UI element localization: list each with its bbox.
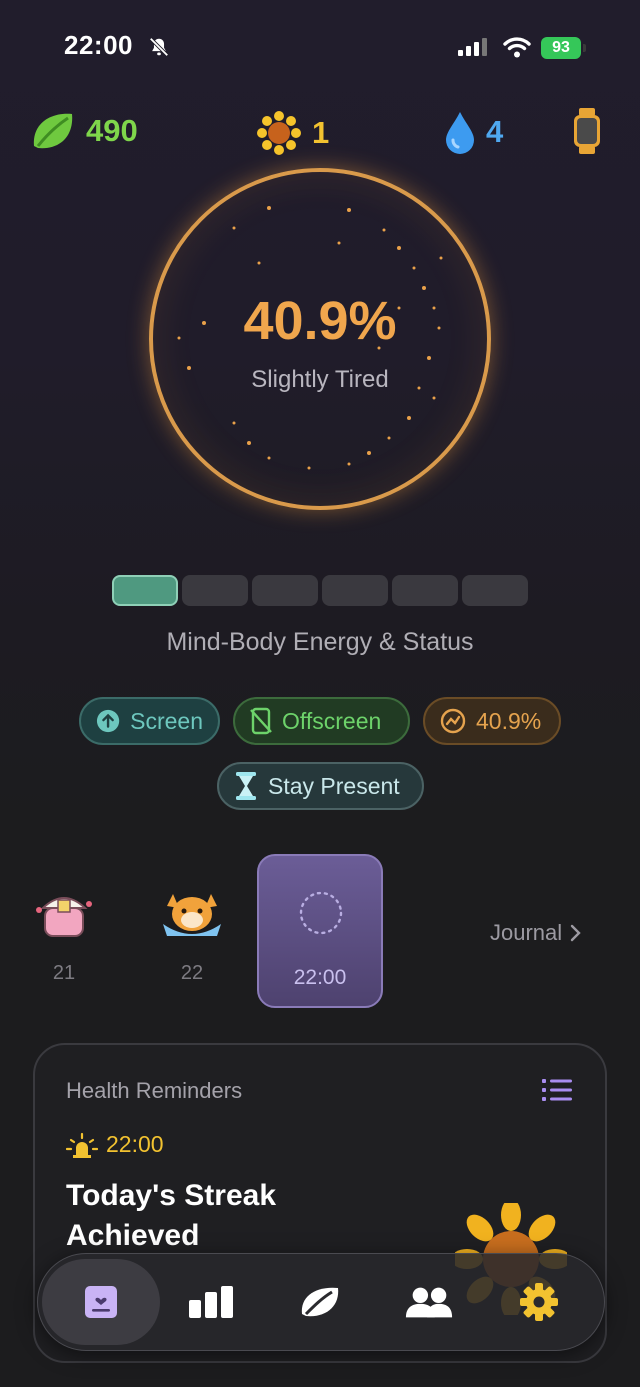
reminder-time-label: 22:00	[106, 1131, 164, 1157]
energy-segment	[322, 575, 388, 606]
journal-link-label: Journal	[490, 920, 563, 945]
journal-day-label: 21	[52, 962, 76, 984]
sun-count: 1	[312, 115, 330, 150]
settings-icon	[520, 1283, 558, 1321]
journal-day[interactable]: 21	[30, 880, 98, 985]
energy-percent: 40.9%	[243, 291, 397, 351]
energy-caption: Mind-Body Energy & Status	[166, 628, 474, 656]
wifi-icon	[503, 37, 531, 58]
cat-sticker-icon	[163, 894, 221, 936]
cake-sticker-icon	[36, 897, 92, 937]
screen-pill[interactable]: Screen	[79, 697, 220, 745]
energy-segment	[462, 575, 528, 606]
watch-icon[interactable]	[572, 108, 602, 154]
chevron-right-icon	[570, 924, 581, 942]
energy-segment	[252, 575, 318, 606]
stay-present-label: Stay Present	[268, 772, 400, 799]
dotted-circle-icon	[299, 891, 343, 935]
tab-settings[interactable]	[514, 1280, 564, 1324]
leaf-icon	[301, 1287, 339, 1317]
leaf-icon	[33, 113, 73, 149]
journal-icon	[85, 1286, 117, 1318]
stats-icon	[189, 1286, 233, 1318]
tab-journal[interactable]	[76, 1280, 126, 1324]
stay-present-pill[interactable]: Stay Present	[217, 762, 424, 810]
health-reminders-title: Health Reminders	[66, 1078, 243, 1103]
tab-friends[interactable]	[404, 1280, 454, 1324]
sunflower-icon	[257, 111, 301, 155]
signal-icon	[458, 38, 490, 56]
offscreen-pill[interactable]: Offscreen	[233, 697, 410, 745]
tab-garden[interactable]	[295, 1280, 345, 1324]
percent-pill[interactable]: 40.9%	[423, 697, 561, 745]
journal-today-time: 22:00	[293, 966, 347, 989]
hourglass-icon	[236, 772, 256, 800]
tab-stats[interactable]	[186, 1280, 236, 1324]
phone-off-icon	[250, 707, 272, 735]
streak-headline: Today's Streak Achieved	[66, 1179, 276, 1252]
energy-segment	[182, 575, 248, 606]
journal-link[interactable]: Journal	[490, 920, 582, 946]
battery-nub	[583, 44, 586, 52]
list-icon[interactable]	[542, 1078, 572, 1102]
water-count: 4	[486, 114, 504, 149]
friends-icon	[405, 1287, 453, 1318]
journal-day[interactable]: 22	[158, 880, 226, 985]
leaf-count: 490	[86, 113, 138, 148]
energy-segment	[112, 575, 178, 606]
energy-level-bar	[112, 575, 528, 606]
energy-segment	[392, 575, 458, 606]
arrow-up-circle-icon	[96, 709, 120, 733]
leaf-counter[interactable]: 490	[30, 110, 138, 152]
water-drop-icon	[446, 112, 474, 154]
sun-counter[interactable]: 1	[256, 110, 329, 156]
water-counter[interactable]: 4	[444, 110, 503, 154]
journal-day-label: 22	[180, 962, 204, 984]
bell-muted-icon	[149, 37, 169, 57]
reminder-time: 22:00	[66, 1131, 164, 1158]
status-time: 22:00	[64, 30, 133, 60]
screen-pill-label: Screen	[130, 707, 203, 734]
energy-status-label: Slightly Tired	[251, 366, 389, 393]
trend-circle-icon	[440, 708, 466, 734]
offscreen-pill-label: Offscreen	[282, 707, 382, 734]
percent-pill-label: 40.9%	[476, 707, 542, 734]
battery-indicator: 93	[541, 37, 581, 59]
alarm-light-icon	[66, 1132, 98, 1158]
